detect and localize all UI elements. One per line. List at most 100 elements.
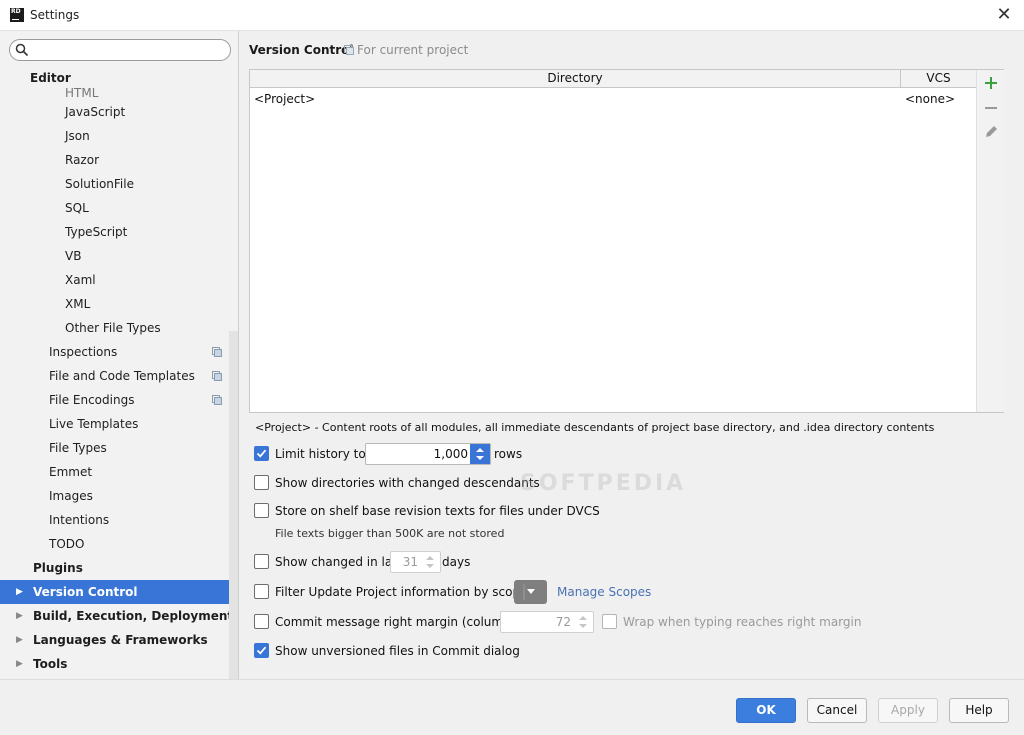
expand-arrow-icon[interactable]: ▶ [16,580,23,604]
column-header-vcs[interactable]: VCS [901,70,976,88]
sidebar-item-xml[interactable]: XML [0,292,238,316]
show-dirs-checkbox[interactable] [254,475,269,490]
sidebar-item-editor[interactable]: Editor [0,66,238,90]
table-cell-directory[interactable]: <Project> [254,92,315,106]
commit-margin-value[interactable]: 72 [556,612,571,632]
show-changed-value[interactable]: 31 [403,552,418,572]
sidebar-item-solutionfile[interactable]: SolutionFile [0,172,238,196]
sidebar-item-languages-frameworks[interactable]: ▶ Languages & Frameworks [0,628,238,652]
expand-arrow-icon[interactable]: ▶ [16,604,23,628]
spinner-arrows-icon[interactable] [420,552,440,572]
commit-margin-checkbox[interactable] [254,614,269,629]
settings-sidebar: HTML Editor JavaScript Json Razor Soluti… [0,31,239,679]
sidebar-item-file-encodings[interactable]: File Encodings [0,388,238,412]
sidebar-item-sql[interactable]: SQL [0,196,238,220]
add-icon[interactable] [981,73,1001,93]
sidebar-item-label: File Encodings [49,393,135,407]
limit-history-checkbox[interactable] [254,446,269,461]
chevron-down-icon [523,584,535,600]
title-bar: RD Settings ✕ [0,0,1024,31]
remove-icon[interactable] [981,98,1001,118]
sidebar-item-emmet[interactable]: Emmet [0,460,238,484]
project-scope-icon [344,45,354,55]
filter-update-checkbox[interactable] [254,584,269,599]
search-box[interactable] [9,39,231,61]
sidebar-item-build-execution-deployment[interactable]: ▶ Build, Execution, Deployment [0,604,238,628]
page-title: Version Control [249,43,354,57]
store-shelf-label[interactable]: Store on shelf base revision texts for f… [275,501,600,521]
sidebar-item-other-file-types[interactable]: Other File Types [0,316,238,340]
limit-history-spinner[interactable]: 1,000 [365,443,491,465]
store-shelf-note: File texts bigger than 500K are not stor… [275,527,505,540]
spinner-arrows-icon[interactable] [470,444,490,464]
sidebar-item-plugins[interactable]: Plugins [0,556,238,580]
sidebar-item-version-control[interactable]: ▶ Version Control [0,580,238,604]
check-icon [256,449,267,458]
window-title: Settings [30,8,80,22]
limit-history-suffix: rows [494,447,523,461]
scope-note-label: For current project [357,43,469,57]
sidebar-item-label: File and Code Templates [49,369,195,383]
edit-pencil-icon[interactable] [981,122,1001,142]
sidebar-item-label: Languages & Frameworks [33,633,208,647]
store-shelf-checkbox[interactable] [254,503,269,518]
dialog-footer: OK Cancel Apply Help [0,679,1024,735]
show-changed-spinner[interactable]: 31 [390,551,441,573]
sidebar-item-vb[interactable]: VB [0,244,238,268]
show-unversioned-checkbox[interactable] [254,643,269,658]
version-control-page: Version Control For current project Dire… [240,31,1024,679]
wrap-typing-checkbox[interactable] [602,614,617,629]
commit-margin-label[interactable]: Commit message right margin (columns): [275,612,526,632]
show-unversioned-label[interactable]: Show unversioned files in Commit dialog [275,641,520,661]
project-scope-icon [212,371,222,381]
limit-history-value[interactable]: 1,000 [434,444,468,464]
project-scope-icon [212,395,222,405]
apply-button[interactable]: Apply [878,698,938,723]
search-icon [15,43,29,57]
show-dirs-label[interactable]: Show directories with changed descendant… [275,473,540,493]
filter-update-label[interactable]: Filter Update Project information by sco… [275,582,527,602]
softpedia-watermark: SOFTPEDIA [520,471,687,496]
sidebar-item-label: Inspections [49,345,118,359]
check-icon [256,646,267,655]
sidebar-item-javascript[interactable]: JavaScript [0,100,238,124]
expand-arrow-icon[interactable]: ▶ [16,652,23,676]
sidebar-item-file-types[interactable]: File Types [0,436,238,460]
help-button[interactable]: Help [949,698,1009,723]
scope-note: For current project [344,43,468,57]
sidebar-item-razor[interactable]: Razor [0,148,238,172]
table-cell-vcs[interactable]: <none> [905,92,955,106]
sidebar-scrollbar[interactable] [229,331,238,679]
close-icon[interactable]: ✕ [994,4,1014,26]
wrap-typing-label[interactable]: Wrap when typing reaches right margin [623,612,861,632]
scope-combo[interactable] [514,580,547,604]
search-input[interactable] [32,41,224,59]
ok-button[interactable]: OK [736,698,796,723]
column-header-directory[interactable]: Directory [250,70,901,88]
sidebar-item-todo[interactable]: TODO [0,532,238,556]
show-changed-suffix: days [442,555,471,569]
sidebar-item-intentions[interactable]: Intentions [0,508,238,532]
sidebar-item-tools[interactable]: ▶ Tools [0,652,238,676]
sidebar-item-label: Tools [33,657,68,671]
rider-logo-icon: RD [10,8,24,22]
show-changed-label[interactable]: Show changed in last [275,552,403,572]
spinner-arrows-icon[interactable] [573,612,593,632]
cancel-button[interactable]: Cancel [807,698,867,723]
manage-scopes-link[interactable]: Manage Scopes [557,582,651,602]
sidebar-item-live-templates[interactable]: Live Templates [0,412,238,436]
sidebar-item-label: Version Control [33,585,138,599]
sidebar-item-label: Build, Execution, Deployment [33,609,234,623]
sidebar-item-images[interactable]: Images [0,484,238,508]
commit-margin-spinner[interactable]: 72 [500,611,594,633]
sidebar-item-xaml[interactable]: Xaml [0,268,238,292]
sidebar-item-typescript[interactable]: TypeScript [0,220,238,244]
show-changed-checkbox[interactable] [254,554,269,569]
table-body[interactable]: Directory VCS <Project> <none> [250,70,976,412]
vcs-mappings-table: Directory VCS <Project> <none> [249,69,1004,413]
sidebar-item-inspections[interactable]: Inspections [0,340,238,364]
mapping-description: <Project> - Content roots of all modules… [255,421,935,434]
sidebar-item-file-code-templates[interactable]: File and Code Templates [0,364,238,388]
sidebar-item-json[interactable]: Json [0,124,238,148]
expand-arrow-icon[interactable]: ▶ [16,628,23,652]
